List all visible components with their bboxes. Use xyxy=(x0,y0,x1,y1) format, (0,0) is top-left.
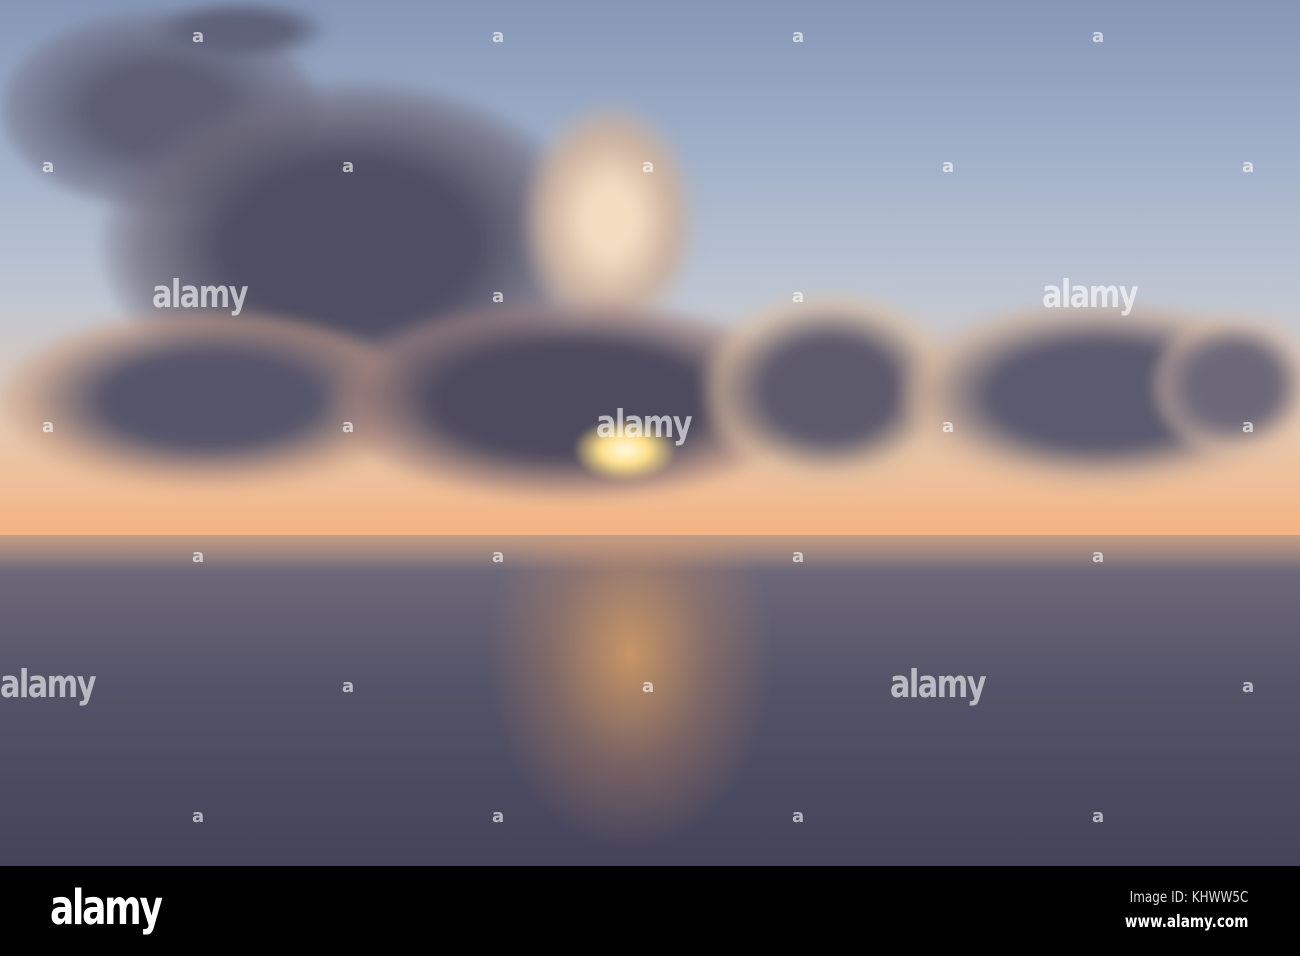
alamy-logo: alamy xyxy=(50,880,163,936)
watermark-mark: a xyxy=(42,416,55,437)
watermark-mark: a xyxy=(1092,26,1105,47)
watermark-mark: a xyxy=(1242,156,1255,177)
watermark-mark: a xyxy=(1242,416,1255,437)
watermark-text: alamy xyxy=(890,662,987,706)
watermark-mark: a xyxy=(792,26,805,47)
cloud xyxy=(150,0,330,60)
watermark-mark: a xyxy=(342,416,355,437)
watermark-mark: a xyxy=(492,26,505,47)
watermark-mark: a xyxy=(192,26,205,47)
sunset-sea-photo: alamy alamy alamy alamy alamy a a a a a … xyxy=(0,0,1300,866)
watermark-text: alamy xyxy=(152,272,249,316)
image-id: Image ID: KHWW5C xyxy=(1129,888,1248,906)
stock-photo: alamy alamy alamy alamy alamy a a a a a … xyxy=(0,0,1300,956)
watermark-text: alamy xyxy=(1042,272,1139,316)
watermark-text: alamy xyxy=(0,662,97,706)
watermark-mark: a xyxy=(642,676,655,697)
watermark-mark: a xyxy=(792,286,805,307)
watermark-mark: a xyxy=(1092,806,1105,827)
watermark-mark: a xyxy=(642,156,655,177)
watermark-mark: a xyxy=(492,286,505,307)
watermark-mark: a xyxy=(492,546,505,567)
watermark-mark: a xyxy=(342,156,355,177)
sun-reflection xyxy=(470,540,790,866)
watermark-mark: a xyxy=(42,156,55,177)
watermark-mark: a xyxy=(192,546,205,567)
watermark-mark: a xyxy=(1242,676,1255,697)
watermark-mark: a xyxy=(792,546,805,567)
watermark-mark: a xyxy=(342,676,355,697)
site-url: www.alamy.com xyxy=(1124,912,1248,932)
watermark-mark: a xyxy=(942,416,955,437)
watermark-mark: a xyxy=(192,806,205,827)
watermark-mark: a xyxy=(792,806,805,827)
footer-bar: alamy Image ID: KHWW5C www.alamy.com xyxy=(0,866,1300,956)
watermark-mark: a xyxy=(492,806,505,827)
watermark-text: alamy xyxy=(596,402,693,446)
watermark-mark: a xyxy=(942,156,955,177)
watermark-mark: a xyxy=(1092,546,1105,567)
